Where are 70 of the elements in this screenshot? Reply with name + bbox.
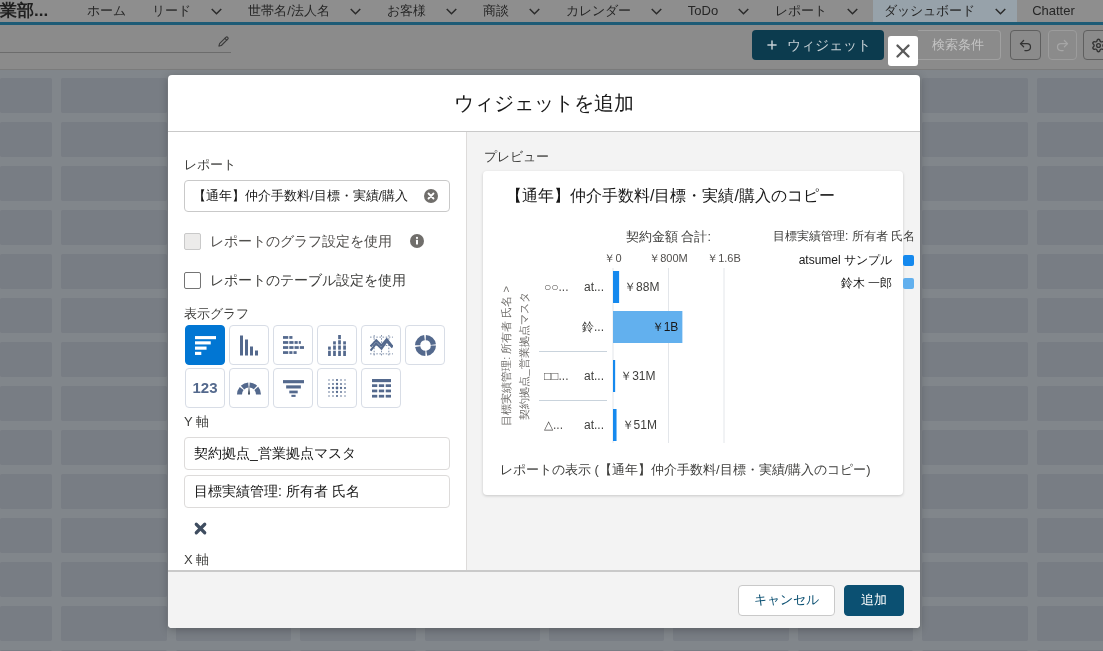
nav-tab[interactable]: レポート <box>764 0 870 22</box>
close-button[interactable] <box>888 36 918 66</box>
line-chart-icon <box>369 334 393 356</box>
preview-label: プレビュー <box>484 149 549 165</box>
tick-label: ￥0 <box>604 252 622 264</box>
category-label: at... <box>584 418 604 432</box>
value-label: ￥1B <box>651 320 679 334</box>
gauge-icon <box>237 381 261 395</box>
section-label: 表示グラフ <box>184 306 249 322</box>
legend-label: 鈴木 一郎 <box>840 275 892 291</box>
vertical-bar-chart-icon <box>240 334 258 356</box>
nav-tab[interactable]: リード <box>141 0 234 22</box>
dot-grid-chart-icon <box>327 378 347 398</box>
section-label: X 軸 <box>184 552 210 568</box>
group-label: ○○... <box>544 280 569 294</box>
checkbox-label: レポートのテーブル設定を使用 <box>210 270 406 290</box>
value-label: ￥51M <box>621 418 657 432</box>
funnel-icon <box>282 379 304 397</box>
nav-tab[interactable]: ホーム <box>76 0 138 22</box>
report-field[interactable]: 【通年】仲介手数料/目標・実績/購入 <box>184 180 450 212</box>
legend-title: 目標実績管理: 所有者 氏名 <box>773 228 915 244</box>
nav-tab[interactable]: ダッシュボード <box>873 0 1018 22</box>
value-label: ￥31M <box>620 369 656 383</box>
nav-tab[interactable]: 商談 <box>471 0 551 22</box>
undo-icon <box>1018 37 1033 53</box>
redo-icon <box>1055 37 1070 53</box>
section-label: Y 軸 <box>184 414 210 430</box>
nav-tab[interactable]: お客様 <box>375 0 468 22</box>
clear-icon[interactable] <box>424 189 438 203</box>
group-label: △... <box>544 418 563 432</box>
stacked-column-chart-icon <box>328 334 346 356</box>
cross-icon <box>192 520 209 537</box>
undo-button[interactable] <box>1010 30 1041 60</box>
grouping-field[interactable]: 契約拠点_営業拠点マスタ <box>184 437 450 470</box>
checkbox-label: レポートのグラフ設定を使用 <box>210 231 392 251</box>
view-report-link[interactable]: レポートの表示 (【通年】仲介手数料/目標・実績/購入のコピー) <box>500 462 871 478</box>
category-label: at... <box>584 369 604 383</box>
chart-title: 【通年】仲介手数料/目標・実績/購入のコピー <box>506 186 835 206</box>
nav-tab[interactable]: ToDo <box>676 0 761 22</box>
field-label: レポート <box>184 157 236 173</box>
table-icon <box>371 378 391 398</box>
remove-button[interactable] <box>192 520 209 537</box>
group-label: □□... <box>544 369 569 383</box>
category-label: at... <box>584 280 604 294</box>
nav-tab[interactable]: カレンダー <box>554 0 673 22</box>
donut-chart-icon <box>414 334 436 356</box>
dialog-title: ウィジェットを追加 <box>454 91 634 116</box>
tick-label: ￥1.6B <box>707 252 741 264</box>
legend-label: atsumel サンプル <box>798 252 892 268</box>
add-widget-button[interactable]: ウィジェット <box>752 30 884 60</box>
category-label: 鈴... <box>582 320 604 334</box>
axis-title: 契約金額 合計: <box>626 230 711 244</box>
plus-icon <box>765 38 779 52</box>
nav-tab[interactable]: Chatter <box>1021 0 1086 22</box>
axis-title: 目標実績管理: 所有者 氏名 > <box>500 286 512 426</box>
nav-tab[interactable]: 世帯名/法人名 <box>237 0 372 22</box>
value-label: ￥88M <box>624 280 660 294</box>
settings-icon <box>1091 37 1103 53</box>
checkbox[interactable] <box>184 271 201 289</box>
app-name: 業部... <box>0 1 49 21</box>
tick-label: ￥800M <box>649 252 688 264</box>
cancel-button[interactable]: キャンセル <box>738 584 835 616</box>
add-button[interactable]: 追加 <box>844 584 904 616</box>
axis-title: 契約拠点_営業拠点マスタ <box>518 292 530 420</box>
pencil-icon <box>218 36 229 47</box>
chart-type-button[interactable] <box>185 325 225 365</box>
chart-type-button[interactable]: 123 <box>185 368 225 408</box>
horizontal-bar-chart-icon <box>194 335 216 355</box>
stacked-bar-chart-icon <box>282 336 304 354</box>
grouping-field[interactable]: 目標実績管理: 所有者 氏名 <box>184 475 450 508</box>
